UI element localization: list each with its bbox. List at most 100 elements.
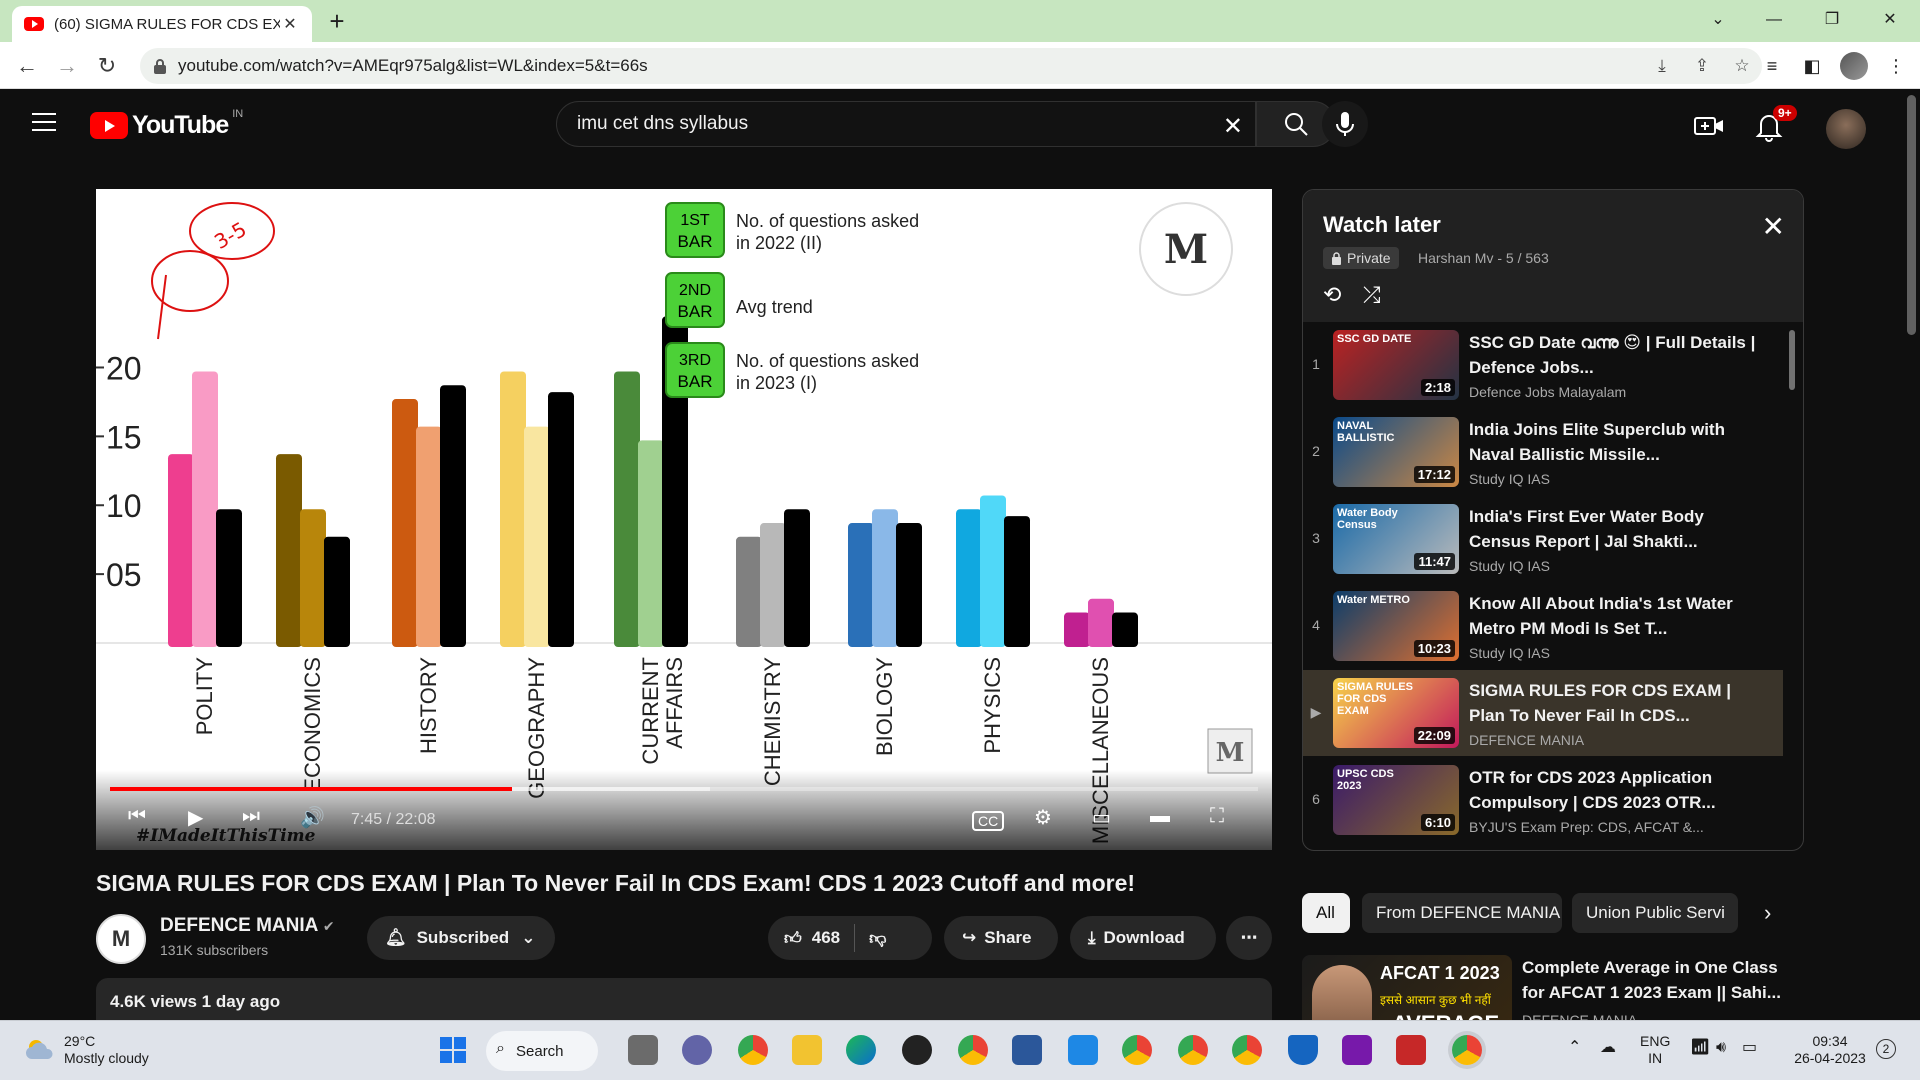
close-window-button[interactable]: ✕: [1870, 6, 1910, 34]
share-button[interactable]: ↪ Share: [944, 916, 1058, 960]
chrome-profile-4-icon[interactable]: [1232, 1035, 1262, 1065]
captions-icon[interactable]: CC: [972, 811, 1005, 831]
category-label: POLITY: [192, 657, 217, 736]
channel-avatar[interactable]: M: [96, 914, 146, 964]
play-icon[interactable]: ▶: [188, 805, 203, 830]
volume-tray-icon[interactable]: 🔊︎: [1716, 1039, 1726, 1056]
playlist-item[interactable]: 1 SSC GD DATE 2:18 SSC GD Date വന്നു 😍 | Fu…: [1303, 322, 1783, 408]
chip-union-public[interactable]: Union Public Servi: [1572, 893, 1738, 933]
thumbnail-text: Water METRO: [1337, 594, 1410, 606]
playlist-item-thumbnail[interactable]: Water Body Census 11:47: [1333, 504, 1459, 574]
youtube-favicon-icon: [24, 17, 44, 31]
chrome-profile-3-icon[interactable]: [1178, 1035, 1208, 1065]
chrome-icon[interactable]: [738, 1035, 768, 1065]
youtube-logo[interactable]: YouTube IN: [90, 108, 243, 140]
menu-icon[interactable]: ⋮: [1878, 50, 1914, 82]
video-player[interactable]: 20 15 10 05 POLITY ECONOMICS HISTORY GEOGRAPHY C…: [96, 189, 1272, 850]
playlist-title[interactable]: Watch later: [1323, 212, 1441, 238]
more-actions-icon[interactable]: ⋯: [1226, 916, 1272, 960]
notification-count[interactable]: 2: [1876, 1039, 1896, 1059]
fullscreen-icon[interactable]: ⛶: [1210, 805, 1224, 828]
temperature: 29°C: [64, 1033, 96, 1049]
profile-avatar[interactable]: [1840, 52, 1868, 80]
miniplayer-icon[interactable]: ▭: [1092, 805, 1111, 830]
thumbs-up-icon: 👍︎: [784, 928, 802, 948]
snipping-tool-icon[interactable]: [1396, 1035, 1426, 1065]
install-icon[interactable]: ⤓: [1642, 56, 1682, 76]
chrome-active-icon[interactable]: [1452, 1035, 1482, 1065]
next-icon[interactable]: ⏭: [242, 805, 260, 828]
chrome-profile-2-icon[interactable]: [1122, 1035, 1152, 1065]
playlist-item[interactable]: 6 UPSC CDS 2023 6:10 OTR for CDS 2023 Appli…: [1303, 757, 1783, 843]
chip-all[interactable]: All: [1302, 893, 1350, 933]
file-explorer-icon[interactable]: [792, 1035, 822, 1065]
playlist-item[interactable]: ▶ SIGMA RULES FOR CDS EXAM 22:09 SIGMA RULE…: [1303, 670, 1783, 756]
maximize-button[interactable]: ❐: [1812, 6, 1852, 34]
playlist-item[interactable]: 4 Water METRO 10:23 Know All About India's …: [1303, 583, 1783, 669]
hamburger-menu-icon[interactable]: [32, 113, 56, 133]
theater-mode-icon[interactable]: ▬: [1150, 805, 1170, 828]
onedrive-cloud-icon[interactable]: ☁: [1600, 1039, 1616, 1056]
taskbar-search[interactable]: ⌕ Search: [486, 1031, 598, 1071]
chrome-profile-icon[interactable]: [958, 1035, 988, 1065]
settings-gear-icon[interactable]: ⚙: [1034, 805, 1052, 830]
playlist-item[interactable]: 3 Water Body Census 11:47 India's First Eve…: [1303, 496, 1783, 582]
wifi-icon[interactable]: 📶︎: [1690, 1039, 1710, 1056]
channel-name[interactable]: DEFENCE MANIA ✔: [160, 915, 335, 937]
share-page-icon[interactable]: ⇪: [1682, 56, 1722, 76]
recommendation-title[interactable]: Complete Average in One Class for AFCAT …: [1522, 955, 1782, 1005]
subscribed-button[interactable]: 🔔︎ Subscribed ⌄: [367, 916, 555, 960]
battery-icon[interactable]: ▭: [1742, 1039, 1757, 1056]
thumbs-down-icon[interactable]: 👎︎: [869, 928, 886, 949]
chevron-right-icon[interactable]: ›: [1750, 893, 1790, 933]
clear-search-icon[interactable]: ✕: [1223, 112, 1243, 141]
tray-chevron-up-icon[interactable]: ⌃: [1568, 1039, 1581, 1056]
browser-tab[interactable]: (60) SIGMA RULES FOR CDS EXAM ✕: [12, 6, 312, 42]
search-input[interactable]: imu cet dns syllabus ✕: [556, 101, 1256, 147]
loop-icon[interactable]: ⟲: [1323, 282, 1341, 308]
account-avatar[interactable]: [1826, 109, 1866, 149]
task-view-icon[interactable]: [628, 1035, 658, 1065]
playlist-item-thumbnail[interactable]: SSC GD DATE 2:18: [1333, 330, 1459, 400]
forward-icon[interactable]: →: [52, 51, 82, 81]
notepad-icon[interactable]: [1068, 1035, 1098, 1065]
page-scrollbar-thumb[interactable]: [1907, 95, 1916, 335]
download-button[interactable]: ⤓ Download: [1070, 916, 1216, 960]
volume-icon[interactable]: 🔊: [300, 805, 325, 830]
windows-start-icon[interactable]: [438, 1035, 468, 1065]
create-video-icon[interactable]: [1692, 109, 1726, 143]
new-tab-button[interactable]: +: [322, 8, 352, 34]
category-label: HISTORY: [416, 657, 441, 754]
playlist-item-thumbnail[interactable]: UPSC CDS 2023 6:10: [1333, 765, 1459, 835]
chip-from-channel[interactable]: From DEFENCE MANIA: [1362, 893, 1562, 933]
tab-close-icon[interactable]: ✕: [280, 14, 300, 34]
playlist-item[interactable]: 2 NAVAL BALLISTIC 17:12 India Joins Elite S…: [1303, 409, 1783, 495]
playlist-scrollbar[interactable]: [1789, 330, 1795, 390]
side-panel-icon[interactable]: ◧: [1794, 50, 1830, 82]
playlist-item-thumbnail[interactable]: Water METRO 10:23: [1333, 591, 1459, 661]
onenote-icon[interactable]: [1342, 1035, 1372, 1065]
like-button[interactable]: 👍︎ 468: [784, 928, 840, 949]
tab-search-icon[interactable]: ⌄: [1698, 6, 1738, 34]
word-icon[interactable]: [1012, 1035, 1042, 1065]
progress-played[interactable]: [110, 787, 512, 791]
voice-search-button[interactable]: [1322, 101, 1368, 147]
reading-list-icon[interactable]: ≡: [1754, 50, 1790, 82]
playlist-item-thumbnail[interactable]: SIGMA RULES FOR CDS EXAM 22:09: [1333, 678, 1459, 748]
teams-chat-icon[interactable]: [682, 1035, 712, 1065]
close-playlist-icon[interactable]: ✕: [1762, 210, 1785, 243]
reload-icon[interactable]: ↻: [92, 51, 122, 81]
back-icon[interactable]: ←: [12, 51, 42, 81]
address-bar[interactable]: youtube.com/watch?v=AMEqr975alg&list=WL&…: [140, 48, 1762, 84]
language-indicator[interactable]: ENG IN: [1640, 1033, 1670, 1067]
previous-icon[interactable]: ⏮: [128, 805, 146, 828]
defender-shield-icon[interactable]: [1288, 1035, 1318, 1065]
playlist-item-index: ▶: [1310, 704, 1322, 720]
minimize-button[interactable]: —: [1754, 6, 1794, 34]
dell-icon[interactable]: [902, 1035, 932, 1065]
edge-icon[interactable]: [846, 1035, 876, 1065]
shuffle-icon[interactable]: ⤮: [1363, 282, 1381, 308]
category-label: CURRENT: [638, 657, 663, 765]
clock[interactable]: 09:34 26-04-2023: [1790, 1033, 1870, 1067]
playlist-item-thumbnail[interactable]: NAVAL BALLISTIC 17:12: [1333, 417, 1459, 487]
